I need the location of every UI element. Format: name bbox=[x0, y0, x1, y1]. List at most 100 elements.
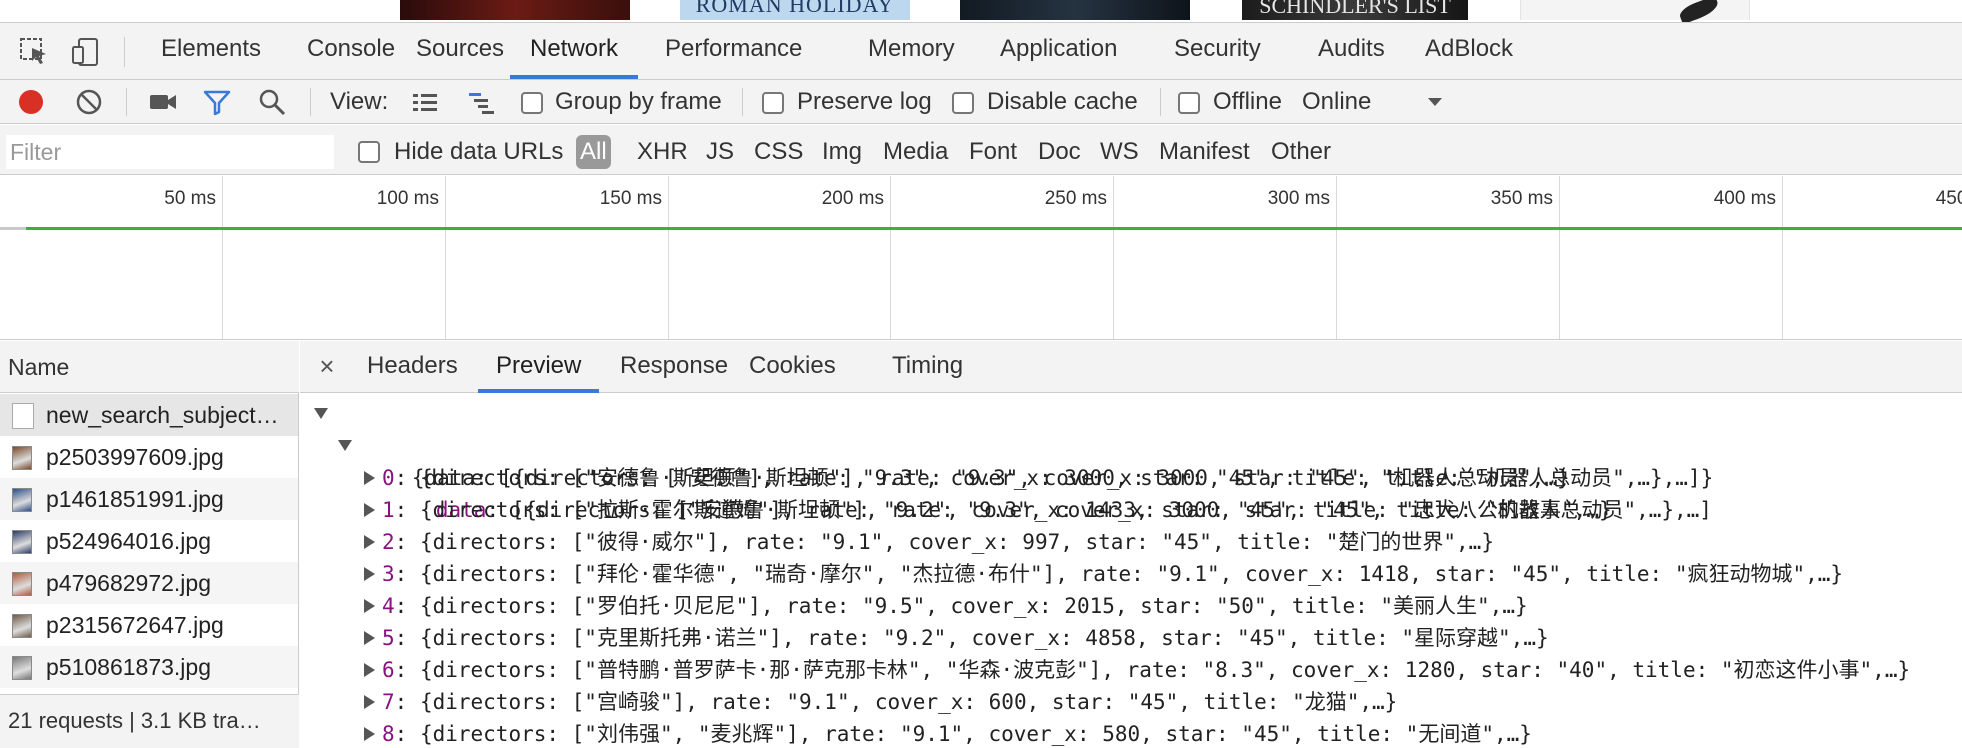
collapse-triangle-icon[interactable] bbox=[338, 440, 352, 451]
timeline-tick-label: 200 ms bbox=[821, 188, 884, 209]
throttling-select[interactable]: Online bbox=[1302, 88, 1371, 116]
request-row[interactable]: p1461851991.jpg bbox=[0, 478, 298, 520]
image-file-icon bbox=[12, 656, 32, 680]
json-array-item[interactable]: 7: {directors: ["宫崎骏"], rate: "9.1", cov… bbox=[362, 686, 1397, 718]
filter-type-manifest[interactable]: Manifest bbox=[1159, 135, 1250, 169]
expand-triangle-icon[interactable] bbox=[364, 663, 375, 677]
tab-audits[interactable]: Audits bbox=[1298, 23, 1405, 79]
filter-type-img[interactable]: Img bbox=[822, 135, 862, 169]
tab-adblock[interactable]: AdBlock bbox=[1405, 23, 1533, 79]
detail-tab-preview[interactable]: Preview bbox=[478, 341, 600, 393]
expand-triangle-icon[interactable] bbox=[364, 599, 375, 613]
tab-elements[interactable]: Elements bbox=[141, 23, 281, 79]
poster-thumbnail bbox=[400, 0, 630, 20]
capture-screenshots-icon[interactable] bbox=[148, 87, 178, 117]
request-detail-panel: × Headers Preview Response Cookies Timing {d… bbox=[300, 341, 1962, 748]
tab-memory[interactable]: Memory bbox=[848, 23, 975, 79]
detail-tab-cookies[interactable]: Cookies bbox=[731, 341, 854, 393]
json-index: 6 bbox=[382, 658, 395, 682]
json-item-summary: : {directors: ["克里斯托弗·诺兰"], rate: "9.2",… bbox=[394, 626, 1549, 650]
expand-triangle-icon[interactable] bbox=[364, 503, 375, 517]
expand-triangle-icon[interactable] bbox=[364, 535, 375, 549]
json-item-summary: : {directors: ["刘伟强", "麦兆辉"], rate: "9.1… bbox=[394, 722, 1532, 746]
waterfall-line bbox=[26, 227, 1962, 230]
request-row[interactable]: p2503997609.jpg bbox=[0, 436, 298, 478]
timeline-gridline bbox=[1336, 176, 1337, 339]
filter-type-xhr[interactable]: XHR bbox=[637, 135, 688, 169]
request-name: p2315672647.jpg bbox=[46, 612, 224, 638]
tab-performance[interactable]: Performance bbox=[645, 23, 822, 79]
detail-tab-headers[interactable]: Headers bbox=[349, 341, 476, 393]
filter-icon[interactable] bbox=[202, 87, 232, 117]
inspect-element-icon[interactable] bbox=[18, 36, 50, 68]
request-row[interactable]: p2315672647.jpg bbox=[0, 604, 298, 646]
filter-type-font[interactable]: Font bbox=[969, 135, 1017, 169]
json-array-item[interactable]: 3: {directors: ["拜伦·霍华德", "瑞奇·摩尔", "杰拉德·… bbox=[362, 558, 1843, 590]
json-array-item[interactable]: 1: {directors: ["拉斯·霍尔斯道姆"], rate: "9.2"… bbox=[362, 494, 1612, 526]
expand-triangle-icon[interactable] bbox=[364, 567, 375, 581]
chevron-down-icon[interactable] bbox=[1420, 87, 1450, 117]
expand-triangle-icon[interactable] bbox=[364, 727, 375, 741]
json-item-summary: : {directors: ["安德鲁·斯坦顿"], rate: "9.3", … bbox=[394, 466, 1570, 490]
clear-icon[interactable] bbox=[74, 87, 104, 117]
json-item-summary: : {directors: ["彼得·威尔"], rate: "9.1", co… bbox=[394, 530, 1494, 554]
inspected-page-strip: ROMAN HOLIDAY SCHINDLER'S LIST bbox=[0, 0, 1962, 22]
offline-checkbox[interactable] bbox=[1178, 92, 1200, 114]
filter-type-other[interactable]: Other bbox=[1271, 135, 1331, 169]
filter-input[interactable] bbox=[6, 135, 334, 169]
request-list-panel: Name new_search_subject… p2503997609.jpg p… bbox=[0, 341, 299, 748]
json-array-item[interactable]: 8: {directors: ["刘伟强", "麦兆辉"], rate: "9.… bbox=[362, 718, 1532, 748]
request-row[interactable]: p524964016.jpg bbox=[0, 520, 298, 562]
detail-tab-timing[interactable]: Timing bbox=[874, 341, 981, 393]
request-summary: 21 requests | 3.1 KB tra… bbox=[0, 694, 299, 748]
filter-type-doc[interactable]: Doc bbox=[1038, 135, 1081, 169]
json-item-summary: : {directors: ["普特鹏·普罗萨卡·那·萨克那卡林", "华森·波… bbox=[394, 658, 1911, 682]
json-array-item[interactable]: 0: {directors: ["安德鲁·斯坦顿"], rate: "9.3",… bbox=[362, 462, 1570, 494]
overview-waterfall-icon[interactable] bbox=[466, 87, 496, 117]
request-row[interactable]: p479682972.jpg bbox=[0, 562, 298, 604]
request-row[interactable]: new_search_subject… bbox=[0, 394, 298, 436]
filter-type-css[interactable]: CSS bbox=[754, 135, 803, 169]
preserve-log-checkbox[interactable] bbox=[762, 92, 784, 114]
json-array-item[interactable]: 2: {directors: ["彼得·威尔"], rate: "9.1", c… bbox=[362, 526, 1494, 558]
expand-triangle-icon[interactable] bbox=[364, 695, 375, 709]
json-array-item[interactable]: 4: {directors: ["罗伯托·贝尼尼"], rate: "9.5",… bbox=[362, 590, 1528, 622]
json-index: 1 bbox=[382, 498, 395, 522]
tab-security[interactable]: Security bbox=[1154, 23, 1281, 79]
view-label: View: bbox=[330, 88, 389, 115]
tab-application[interactable]: Application bbox=[980, 23, 1137, 79]
json-index: 5 bbox=[382, 626, 395, 650]
group-by-frame-checkbox[interactable] bbox=[521, 92, 543, 114]
detail-tab-response[interactable]: Response bbox=[602, 341, 746, 393]
poster-thumbnail bbox=[960, 0, 1190, 20]
json-array-item[interactable]: 5: {directors: ["克里斯托弗·诺兰"], rate: "9.2"… bbox=[362, 622, 1549, 654]
expand-triangle-icon[interactable] bbox=[364, 631, 375, 645]
timeline-gridline bbox=[1782, 176, 1783, 339]
request-name: p1461851991.jpg bbox=[46, 486, 224, 512]
expand-triangle-icon[interactable] bbox=[364, 471, 375, 485]
filter-type-all[interactable]: All bbox=[576, 135, 611, 169]
device-toolbar-icon[interactable] bbox=[70, 36, 102, 68]
close-icon[interactable]: × bbox=[314, 353, 340, 379]
json-item-summary: : {directors: ["拜伦·霍华德", "瑞奇·摩尔", "杰拉德·布… bbox=[394, 562, 1844, 586]
tab-sources[interactable]: Sources bbox=[396, 23, 524, 79]
tab-network[interactable]: Network bbox=[510, 23, 639, 79]
disable-cache-checkbox[interactable] bbox=[952, 92, 974, 114]
large-rows-icon[interactable] bbox=[410, 87, 440, 117]
filter-type-js[interactable]: JS bbox=[706, 135, 734, 169]
collapse-triangle-icon[interactable] bbox=[314, 408, 328, 419]
json-array-item[interactable]: 6: {directors: ["普特鹏·普罗萨卡·那·萨克那卡林", "华森·… bbox=[362, 654, 1910, 686]
record-icon[interactable] bbox=[16, 87, 46, 117]
filter-type-ws[interactable]: WS bbox=[1100, 135, 1139, 169]
hide-data-urls-checkbox[interactable] bbox=[358, 141, 380, 163]
filter-type-media[interactable]: Media bbox=[883, 135, 948, 169]
timeline-overview[interactable]: 50 ms 100 ms 150 ms 200 ms 250 ms 300 ms 350 m… bbox=[0, 176, 1962, 340]
json-data-row[interactable]: data: [{directors: ["安德鲁·斯坦顿"], rate: "9… bbox=[338, 430, 1712, 522]
search-icon[interactable] bbox=[257, 87, 287, 117]
hide-data-urls-label: Hide data URLs bbox=[394, 138, 564, 165]
request-name: p2503997609.jpg bbox=[46, 444, 224, 470]
name-column-header[interactable]: Name bbox=[0, 341, 299, 393]
json-index: 7 bbox=[382, 690, 395, 714]
json-root-row[interactable]: {data: [{directors: ["安德鲁·斯坦顿"], rate: "… bbox=[314, 398, 1713, 490]
request-row[interactable]: p510861873.jpg bbox=[0, 646, 298, 688]
